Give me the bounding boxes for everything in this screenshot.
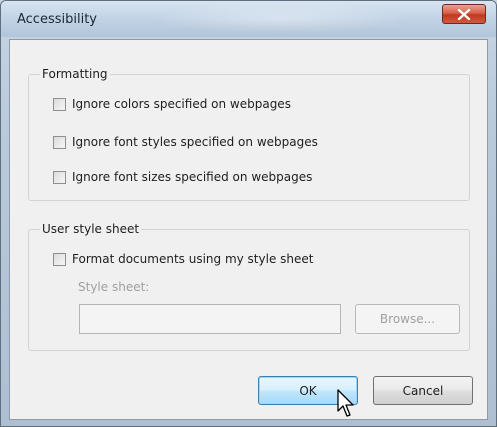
title-bar-glare bbox=[151, 3, 411, 33]
dialog-content: Formatting Ignore colors specified on we… bbox=[9, 39, 488, 420]
title-bar[interactable]: Accessibility bbox=[1, 1, 496, 37]
browse-button[interactable]: Browse... bbox=[355, 304, 460, 334]
ignore-font-sizes-checkbox[interactable] bbox=[53, 170, 66, 184]
dialog-title: Accessibility bbox=[17, 12, 97, 27]
format-documents-label: Format documents using my style sheet bbox=[72, 252, 314, 266]
accessibility-dialog: Accessibility Formatting Ignore colors s… bbox=[0, 0, 497, 427]
user-style-sheet-group-label: User style sheet bbox=[40, 222, 142, 236]
ignore-font-sizes-option[interactable]: Ignore font sizes specified on webpages bbox=[53, 170, 312, 184]
ignore-font-sizes-label: Ignore font sizes specified on webpages bbox=[72, 170, 313, 184]
format-documents-option[interactable]: Format documents using my style sheet bbox=[53, 252, 313, 266]
ignore-colors-label: Ignore colors specified on webpages bbox=[72, 97, 291, 111]
close-icon bbox=[457, 9, 471, 20]
close-button[interactable] bbox=[442, 4, 486, 24]
ignore-colors-option[interactable]: Ignore colors specified on webpages bbox=[53, 97, 291, 111]
ignore-font-styles-option[interactable]: Ignore font styles specified on webpages bbox=[53, 135, 318, 149]
style-sheet-input[interactable] bbox=[79, 304, 341, 334]
cancel-button[interactable]: Cancel bbox=[373, 376, 473, 405]
ignore-colors-checkbox[interactable] bbox=[53, 97, 66, 111]
format-documents-checkbox[interactable] bbox=[53, 252, 66, 266]
mouse-pointer-icon bbox=[337, 389, 354, 417]
ignore-font-styles-label: Ignore font styles specified on webpages bbox=[72, 135, 318, 149]
ignore-font-styles-checkbox[interactable] bbox=[53, 135, 66, 149]
style-sheet-field-label: Style sheet: bbox=[78, 280, 150, 294]
formatting-group-label: Formatting bbox=[40, 67, 110, 81]
